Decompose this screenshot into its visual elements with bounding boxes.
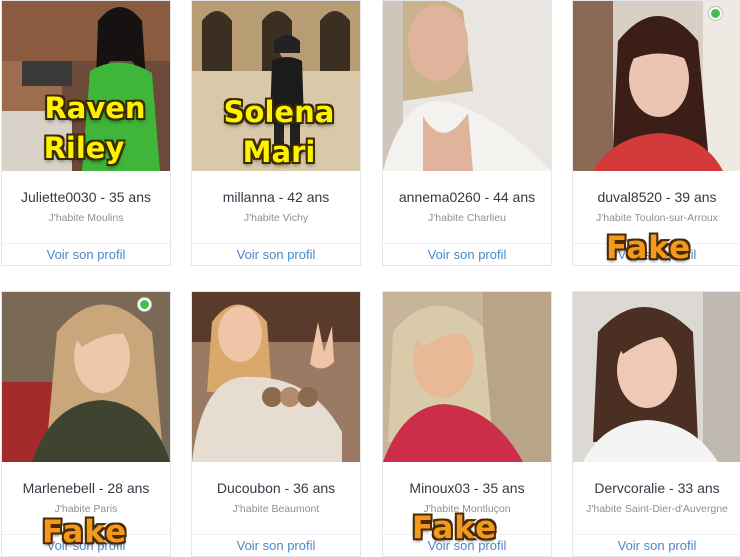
overlay-line: Mari [242,135,316,169]
card-divider [573,534,740,535]
profile-location: J'habite Vichy [243,212,309,224]
profile-card-4[interactable]: duval8520 - 39 ans J'habite Toulon-sur-A… [572,0,740,266]
profile-name-age: Minoux03 - 35 ans [409,480,525,496]
card-divider [2,243,170,244]
profile-location: J'habite Beaumont [232,503,320,515]
overlay-line: Raven [44,91,146,125]
profile-name-age: Marlenebell - 28 ans [22,480,150,496]
overlay-line: Riley [43,131,125,165]
online-status-dot [138,298,151,311]
profile-name-age: duval8520 - 39 ans [597,189,717,205]
profile-photo[interactable] [192,292,360,462]
profile-name-age: annema0260 - 44 ans [398,189,536,205]
profile-photo[interactable] [383,1,551,171]
profile-card-6[interactable]: Ducoubon - 36 ans J'habite Beaumont Voir… [191,291,361,557]
overlay-name-raven: Raven Riley [30,88,160,168]
overlay-line: Solena [223,95,335,129]
profile-card-3[interactable]: annema0260 - 44 ans J'habite Charlieu Vo… [382,0,552,266]
profile-photo[interactable] [383,292,551,462]
view-profile-link[interactable]: Voir son profil [192,538,360,553]
profile-name-age: Dervcoralie - 33 ans [594,480,720,496]
profile-name-age: Juliette0030 - 35 ans [21,189,151,205]
overlay-name-solena: Solena Mari [214,92,344,172]
view-profile-link[interactable]: Voir son profil [383,247,551,262]
profile-photo[interactable] [2,292,170,462]
fake-label: Fake [606,230,692,266]
card-divider [383,243,551,244]
view-profile-link[interactable]: Voir son profil [2,247,170,262]
card-divider [192,534,360,535]
profile-location: J'habite Saint-Dier-d'Auvergne [586,503,728,515]
profile-photo[interactable] [573,1,740,171]
profile-name-age: millanna - 42 ans [222,189,330,205]
online-status-dot [709,7,722,20]
profile-location: J'habite Moulins [48,212,124,224]
card-divider [192,243,360,244]
profile-location: J'habite Toulon-sur-Arroux [595,212,719,224]
fake-label: Fake [412,510,498,546]
profile-location: J'habite Charlieu [428,212,506,224]
profile-name-age: Ducoubon - 36 ans [216,480,336,496]
fake-label: Fake [42,514,128,550]
view-profile-link[interactable]: Voir son profil [192,247,360,262]
profile-photo[interactable] [573,292,740,462]
profile-card-8[interactable]: Dervcoralie - 33 ans J'habite Saint-Dier… [572,291,740,557]
view-profile-link[interactable]: Voir son profil [573,538,740,553]
